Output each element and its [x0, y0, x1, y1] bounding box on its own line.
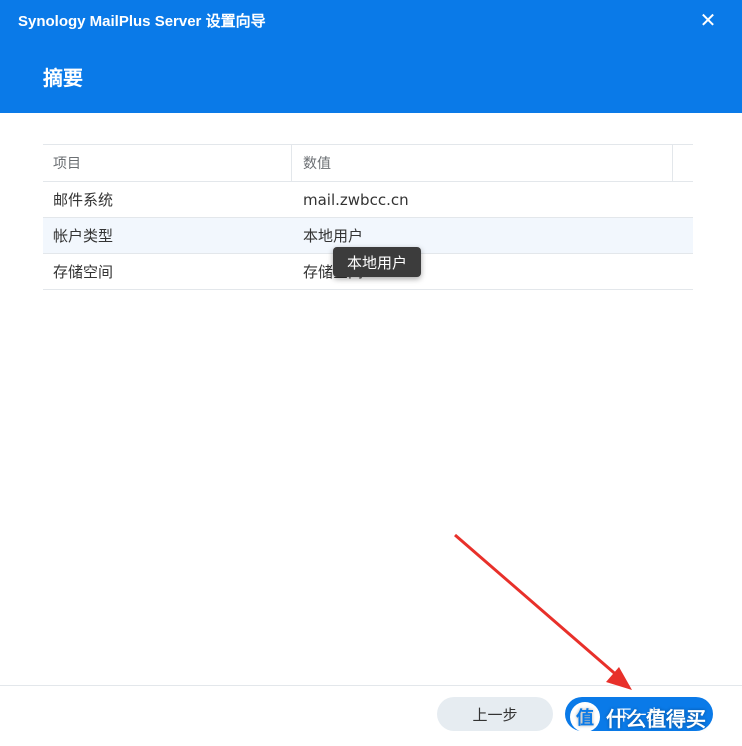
annotation-arrow-icon	[454, 533, 632, 690]
arrow-shaft	[454, 533, 621, 680]
watermark-text: 什么值得买	[606, 706, 706, 731]
watermark-badge: 值	[570, 702, 600, 732]
watermark: 值 什么值得买	[570, 701, 706, 733]
